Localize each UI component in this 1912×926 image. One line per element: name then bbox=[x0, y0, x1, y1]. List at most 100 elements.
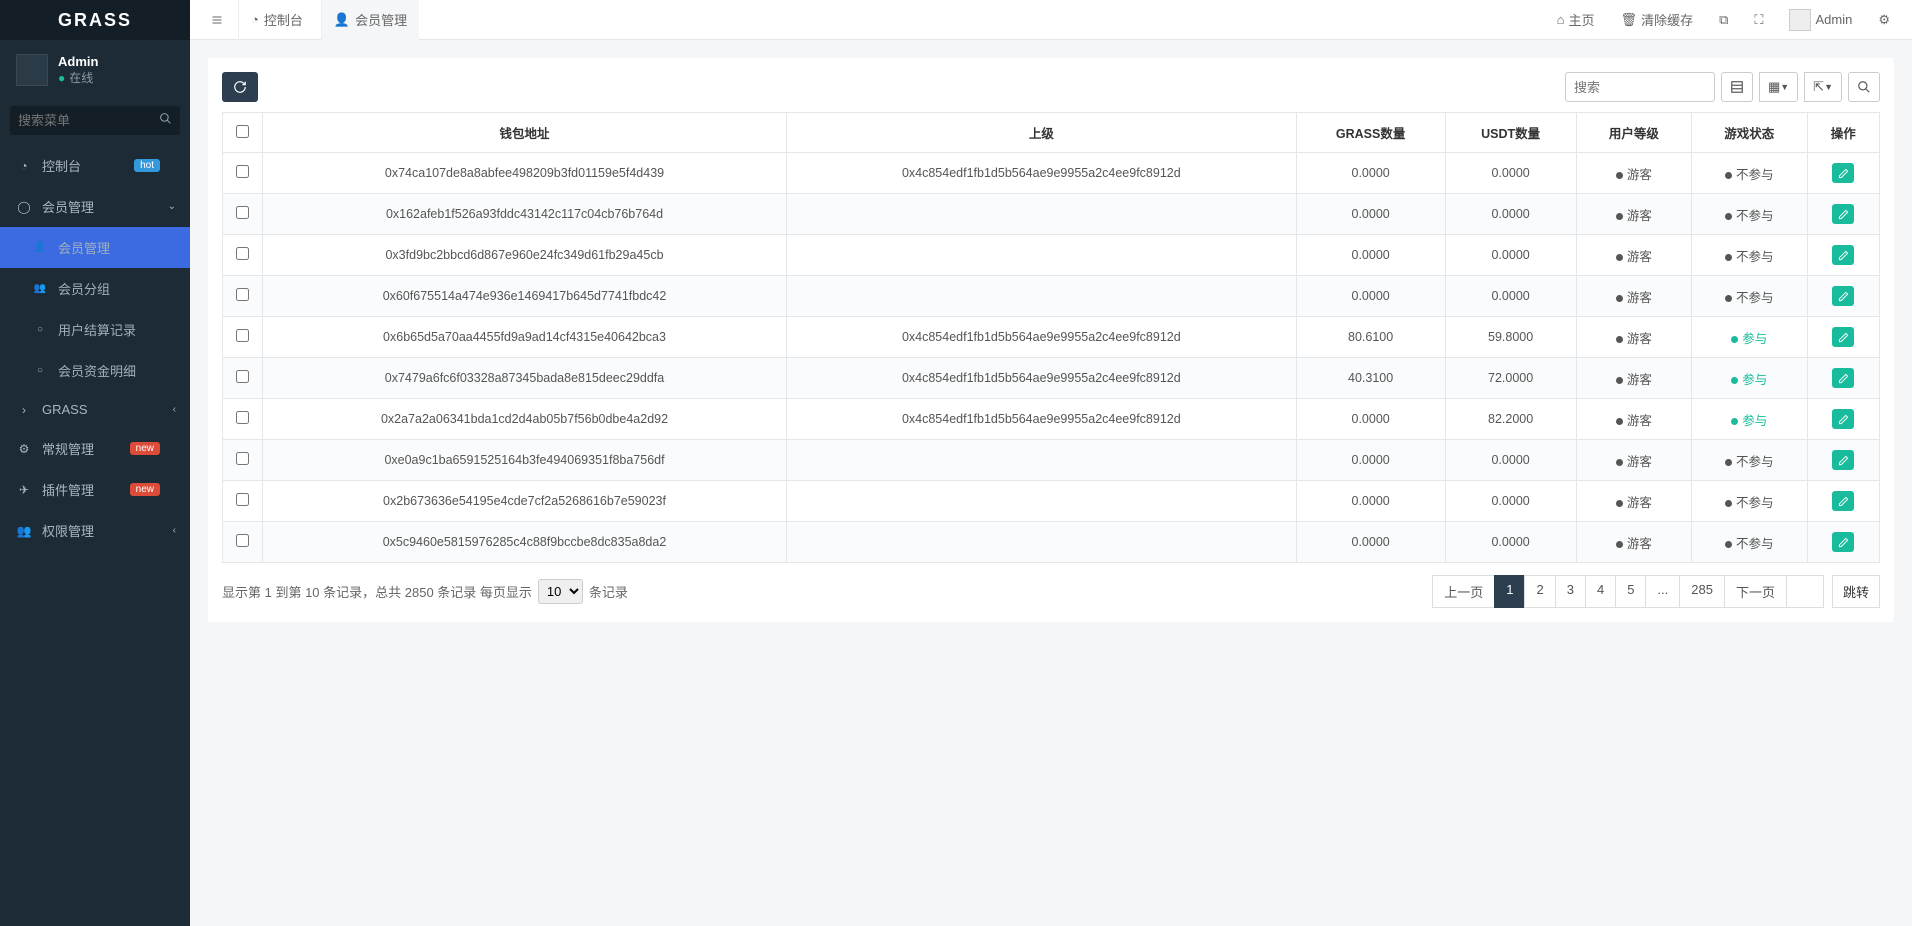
page-size-select[interactable]: 10 bbox=[538, 579, 583, 604]
brand-logo[interactable]: GRASS bbox=[0, 0, 190, 40]
panel: ▦ ▼ ⇱ ▼ 钱包地址 上级 GRASS数量 USDT数量 bbox=[208, 58, 1894, 622]
cell-wallet: 0x6b65d5a70aa4455fd9a9ad14cf4315e40642bc… bbox=[263, 317, 787, 358]
col-level[interactable]: 用户等级 bbox=[1576, 113, 1691, 153]
edit-button[interactable] bbox=[1832, 286, 1854, 306]
edit-button[interactable] bbox=[1832, 491, 1854, 511]
nav-member-funds[interactable]: ○会员资金明细 bbox=[0, 350, 190, 391]
dashboard-icon: ◔ bbox=[16, 159, 32, 173]
table-row: 0x162afeb1f526a93fddc43142c117c04cb76b76… bbox=[223, 194, 1880, 235]
row-checkbox[interactable] bbox=[236, 370, 249, 383]
cell-wallet: 0x162afeb1f526a93fddc43142c117c04cb76b76… bbox=[263, 194, 787, 235]
search-icon[interactable] bbox=[159, 112, 172, 125]
row-checkbox[interactable] bbox=[236, 329, 249, 342]
page-285[interactable]: 285 bbox=[1679, 575, 1725, 608]
chevron-down-icon: ⌄ bbox=[168, 201, 176, 212]
nav-user-settle[interactable]: ○用户结算记录 bbox=[0, 309, 190, 350]
edit-button[interactable] bbox=[1832, 204, 1854, 224]
nav-member-group[interactable]: 👥会员分组 bbox=[0, 268, 190, 309]
page-1[interactable]: 1 bbox=[1494, 575, 1525, 608]
nav-plugin[interactable]: ✈插件管理new bbox=[0, 469, 190, 510]
table-row: 0x60f675514a474e936e1469417b645d7741fbdc… bbox=[223, 276, 1880, 317]
page-5[interactable]: 5 bbox=[1615, 575, 1646, 608]
page-4[interactable]: 4 bbox=[1585, 575, 1616, 608]
cell-level: 游客 bbox=[1576, 153, 1691, 194]
row-checkbox[interactable] bbox=[236, 452, 249, 465]
cell-usdt: 0.0000 bbox=[1445, 194, 1576, 235]
cell-usdt: 0.0000 bbox=[1445, 481, 1576, 522]
sidebar-nav: ◔控制台hot ◯会员管理⌄ 👤会员管理 👥会员分组 ○用户结算记录 ○会员资金… bbox=[0, 145, 190, 551]
export-dropdown[interactable]: ⇱ ▼ bbox=[1804, 72, 1842, 102]
row-checkbox[interactable] bbox=[236, 165, 249, 178]
cell-parent bbox=[787, 522, 1297, 563]
next-page[interactable]: 下一页 bbox=[1724, 575, 1787, 608]
nav-console[interactable]: ◔控制台hot bbox=[0, 145, 190, 186]
nav-general[interactable]: ⚙常规管理new bbox=[0, 428, 190, 469]
page-3[interactable]: 3 bbox=[1555, 575, 1586, 608]
edit-button[interactable] bbox=[1832, 368, 1854, 388]
col-grass[interactable]: GRASS数量 bbox=[1296, 113, 1445, 153]
chevron-left-icon: ‹ bbox=[173, 525, 176, 536]
page-2[interactable]: 2 bbox=[1524, 575, 1555, 608]
tab-console[interactable]: ◔控制台 bbox=[238, 0, 315, 40]
col-wallet[interactable]: 钱包地址 bbox=[263, 113, 787, 153]
edit-button[interactable] bbox=[1832, 163, 1854, 183]
menu-toggle[interactable] bbox=[202, 8, 232, 32]
refresh-button[interactable] bbox=[222, 72, 258, 102]
cell-grass: 0.0000 bbox=[1296, 522, 1445, 563]
tab-member[interactable]: 👤会员管理 bbox=[321, 0, 419, 40]
cell-grass: 0.0000 bbox=[1296, 194, 1445, 235]
prev-page[interactable]: 上一页 bbox=[1432, 575, 1495, 608]
page-input[interactable] bbox=[1786, 575, 1824, 608]
clear-cache-button[interactable]: 🗑清除缓存 bbox=[1611, 0, 1704, 40]
col-usdt[interactable]: USDT数量 bbox=[1445, 113, 1576, 153]
edit-button[interactable] bbox=[1832, 532, 1854, 552]
edit-button[interactable] bbox=[1832, 409, 1854, 429]
fullscreen-button[interactable]: ⛶ bbox=[1744, 0, 1773, 40]
row-checkbox[interactable] bbox=[236, 288, 249, 301]
cell-level: 游客 bbox=[1576, 235, 1691, 276]
row-checkbox[interactable] bbox=[236, 411, 249, 424]
topbar: ◔控制台 👤会员管理 ⌂主页 🗑清除缓存 ⧉ ⛶ Admin ⚙ bbox=[190, 0, 1912, 40]
home-button[interactable]: ⌂主页 bbox=[1547, 0, 1605, 40]
cell-parent: 0x4c854edf1fb1d5b564ae9e9955a2c4ee9fc891… bbox=[787, 317, 1297, 358]
search-input[interactable] bbox=[1565, 72, 1715, 102]
cell-grass: 0.0000 bbox=[1296, 276, 1445, 317]
toolbar: ▦ ▼ ⇱ ▼ bbox=[222, 72, 1880, 102]
edit-button[interactable] bbox=[1832, 450, 1854, 470]
sidebar-search-input[interactable] bbox=[10, 106, 180, 135]
settings-button[interactable]: ⚙ bbox=[1868, 0, 1900, 40]
sidebar-search bbox=[10, 106, 180, 135]
col-game[interactable]: 游戏状态 bbox=[1692, 113, 1807, 153]
row-checkbox[interactable] bbox=[236, 247, 249, 260]
table-row: 0x5c9460e5815976285c4c88f9bccbe8dc835a8d… bbox=[223, 522, 1880, 563]
cell-level: 游客 bbox=[1576, 194, 1691, 235]
table-row: 0x3fd9bc2bbcd6d867e960e24fc349d61fb29a45… bbox=[223, 235, 1880, 276]
users-icon: 👥 bbox=[16, 524, 32, 538]
nav-permission[interactable]: 👥权限管理‹ bbox=[0, 510, 190, 551]
copy-button[interactable]: ⧉ bbox=[1709, 0, 1738, 40]
row-checkbox[interactable] bbox=[236, 534, 249, 547]
edit-button[interactable] bbox=[1832, 327, 1854, 347]
cell-level: 游客 bbox=[1576, 358, 1691, 399]
cell-usdt: 72.0000 bbox=[1445, 358, 1576, 399]
toggle-view-button[interactable] bbox=[1721, 72, 1753, 102]
nav-grass[interactable]: ›GRASS‹ bbox=[0, 391, 190, 428]
avatar[interactable] bbox=[16, 54, 48, 86]
cell-grass: 0.0000 bbox=[1296, 440, 1445, 481]
row-checkbox[interactable] bbox=[236, 206, 249, 219]
select-all-checkbox[interactable] bbox=[236, 125, 249, 138]
cell-grass: 0.0000 bbox=[1296, 399, 1445, 440]
nav-member-mgmt[interactable]: ◯会员管理⌄ bbox=[0, 186, 190, 227]
col-parent[interactable]: 上级 bbox=[787, 113, 1297, 153]
row-checkbox[interactable] bbox=[236, 493, 249, 506]
cell-parent: 0x4c854edf1fb1d5b564ae9e9955a2c4ee9fc891… bbox=[787, 153, 1297, 194]
nav-member-mgmt-sub[interactable]: 👤会员管理 bbox=[0, 227, 190, 268]
user-icon: ◯ bbox=[16, 200, 32, 214]
pager-info: 显示第 1 到第 10 条记录，总共 2850 条记录 每页显示 10 条记录 bbox=[222, 579, 628, 604]
columns-dropdown[interactable]: ▦ ▼ bbox=[1759, 72, 1798, 102]
cell-level: 游客 bbox=[1576, 481, 1691, 522]
edit-button[interactable] bbox=[1832, 245, 1854, 265]
search-button[interactable] bbox=[1848, 72, 1880, 102]
jump-button[interactable]: 跳转 bbox=[1832, 575, 1880, 608]
user-menu[interactable]: Admin bbox=[1779, 0, 1862, 40]
